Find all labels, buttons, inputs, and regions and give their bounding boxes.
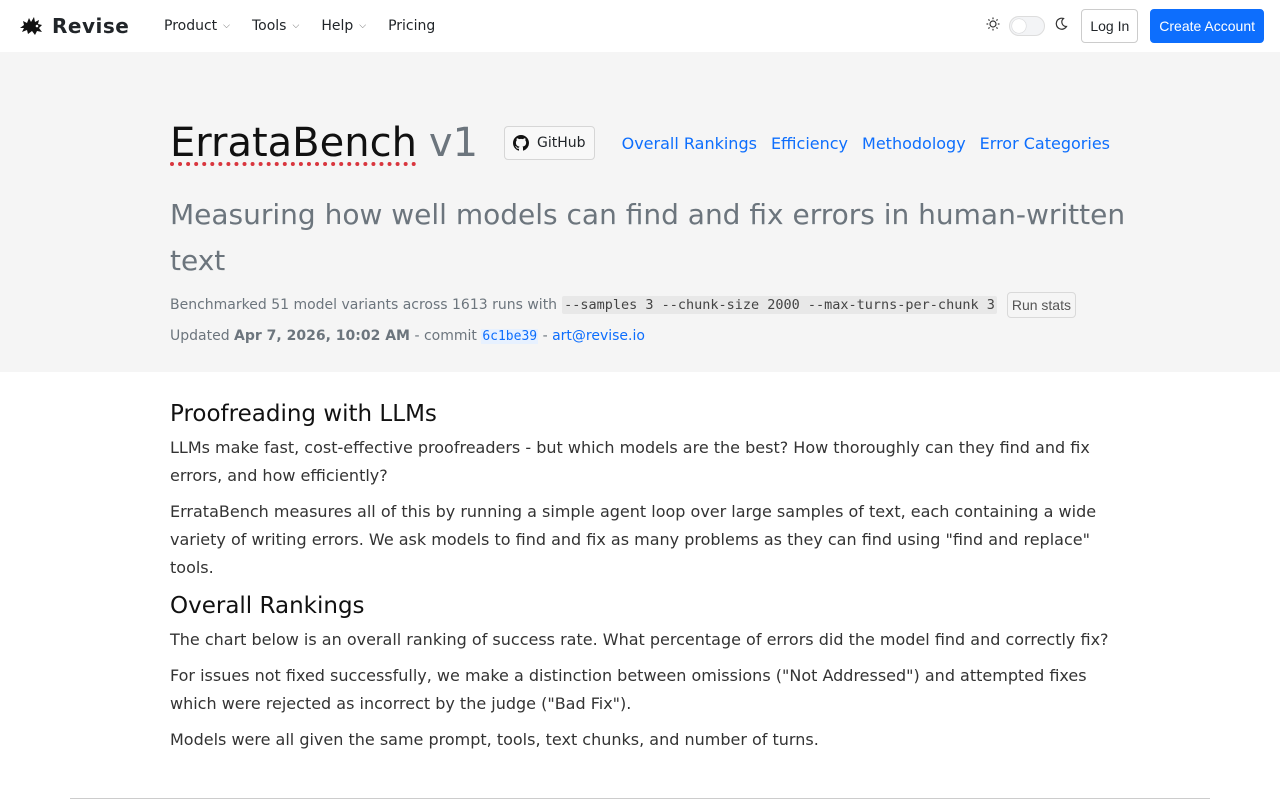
main-content: Proofreading with LLMs LLMs make fast, c… xyxy=(170,398,1120,762)
update-meta: Updated Apr 7, 2026, 10:02 AM - commit 6… xyxy=(170,328,645,344)
chevron-down-icon: ⌵ xyxy=(292,21,300,31)
brand-name: Revise xyxy=(52,14,130,38)
run-stats-button[interactable]: Run stats xyxy=(1006,292,1076,318)
chevron-down-icon: ⌵ xyxy=(223,21,230,31)
theme-toggle[interactable] xyxy=(1009,16,1046,36)
paragraph: Models were all given the same prompt, t… xyxy=(170,730,819,749)
login-button[interactable]: Log In xyxy=(1081,9,1139,43)
link-error-categories[interactable]: Error Categories xyxy=(980,134,1110,153)
nav-item-label: Product xyxy=(164,18,218,34)
updated-prefix: Updated xyxy=(170,328,230,344)
section-heading-proofreading: Proofreading with LLMs xyxy=(170,401,437,427)
brand-link[interactable]: Revise xyxy=(18,13,129,39)
chevron-down-icon: ⌵ xyxy=(359,21,367,31)
section-heading-overall-rankings: Overall Rankings xyxy=(170,593,365,619)
main-menu: Product ⌵ Tools ⌵ Help ⌵ Pricing xyxy=(164,0,457,52)
contact-email-link[interactable]: art@revise.io xyxy=(552,328,645,344)
moon-icon xyxy=(1053,17,1069,35)
nav-item-help[interactable]: Help ⌵ xyxy=(321,18,366,34)
link-overall-rankings[interactable]: Overall Rankings xyxy=(622,134,757,153)
benchmark-meta: Benchmarked 51 model variants across 161… xyxy=(170,292,1076,318)
link-methodology[interactable]: Methodology xyxy=(862,134,966,153)
version-label: v1 xyxy=(428,120,479,166)
page-subtitle: Measuring how well models can find and f… xyxy=(170,198,1126,277)
sun-icon xyxy=(985,17,1001,35)
commit-hash-link[interactable]: 6c1be39 xyxy=(481,329,539,344)
benchmark-summary: Benchmarked 51 model variants across 161… xyxy=(170,297,558,313)
nav-item-label: Help xyxy=(321,18,354,34)
page-title: ErrataBench xyxy=(170,120,417,166)
paragraph: The chart below is an overall ranking of… xyxy=(170,630,1109,649)
paragraph: ErrataBench measures all of this by runn… xyxy=(170,502,1097,577)
section-links: Overall Rankings Efficiency Methodology … xyxy=(608,134,1110,153)
separator: - xyxy=(542,328,548,344)
updated-date: Apr 7, 2026, 10:02 AM xyxy=(234,328,410,344)
paragraph: LLMs make fast, cost-effective proofread… xyxy=(170,438,1090,485)
github-icon xyxy=(513,135,530,151)
nav-item-product[interactable]: Product ⌵ xyxy=(164,18,230,34)
nav-item-label: Tools xyxy=(251,18,287,34)
nav-item-pricing[interactable]: Pricing xyxy=(388,18,435,34)
commit-prefix: - commit xyxy=(414,328,477,344)
create-account-button[interactable]: Create Account xyxy=(1150,9,1264,43)
nav-item-tools[interactable]: Tools ⌵ xyxy=(252,18,299,34)
nav-actions: Log In Create Account xyxy=(985,9,1264,43)
top-navbar: Revise Product ⌵ Tools ⌵ Help ⌵ Pricing … xyxy=(0,0,1280,52)
title-row: ErrataBench v1 GitHub Overall Rankings E… xyxy=(170,118,1110,168)
link-efficiency[interactable]: Efficiency xyxy=(771,134,848,153)
hero-section: ErrataBench v1 GitHub Overall Rankings E… xyxy=(0,52,1280,372)
nav-item-label: Pricing xyxy=(388,18,436,34)
paragraph: For issues not fixed successfully, we ma… xyxy=(170,666,1087,713)
revise-logo-icon xyxy=(18,13,44,39)
github-button[interactable]: GitHub xyxy=(504,126,595,160)
toggle-knob xyxy=(1012,19,1027,33)
github-label: GitHub xyxy=(537,135,586,151)
benchmark-command: --samples 3 --chunk-size 2000 --max-turn… xyxy=(562,296,997,314)
divider xyxy=(70,798,1210,799)
